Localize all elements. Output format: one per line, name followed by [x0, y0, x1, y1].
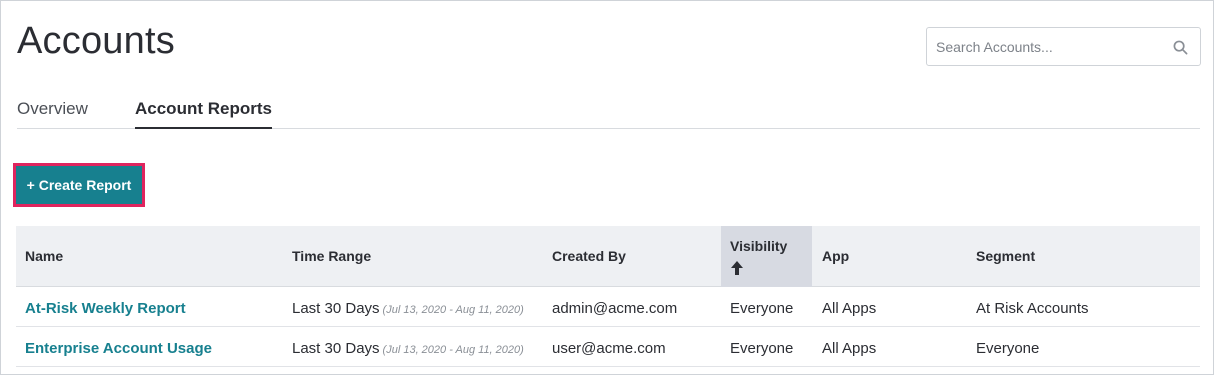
create-report-button[interactable]: + Create Report	[16, 166, 142, 204]
app-cell: All Apps	[822, 340, 877, 357]
visibility-cell: Everyone	[730, 300, 794, 317]
created-by-cell: user@acme.com	[552, 340, 666, 357]
segment-cell: Everyone	[976, 340, 1040, 357]
time-range-cell: Last 30 Days (Jul 13, 2020 - Aug 11, 2020…	[292, 300, 524, 317]
column-header-app[interactable]: App	[822, 226, 849, 287]
arrow-up-icon	[731, 261, 743, 275]
column-header-time-range[interactable]: Time Range	[292, 226, 371, 287]
date-range-label: (Jul 13, 2020 - Aug 11, 2020)	[382, 304, 524, 316]
page-title: Accounts	[17, 20, 175, 62]
column-header-visibility-label: Visibility	[730, 238, 788, 254]
created-by-cell: admin@acme.com	[552, 300, 678, 317]
segment-cell: At Risk Accounts	[976, 300, 1089, 317]
search-box[interactable]	[926, 27, 1201, 66]
column-header-created-by[interactable]: Created By	[552, 226, 626, 287]
app-cell: All Apps	[822, 300, 877, 317]
report-name-link[interactable]: At-Risk Weekly Report	[25, 300, 186, 317]
table-row[interactable]: Enterprise Account Usage Last 30 Days (Ju…	[16, 327, 1200, 367]
visibility-cell: Everyone	[730, 340, 794, 357]
column-header-name[interactable]: Name	[25, 226, 63, 287]
time-range-label: Last 30 Days	[292, 300, 380, 317]
tab-overview[interactable]: Overview	[17, 99, 88, 129]
search-input[interactable]	[936, 38, 1166, 56]
column-header-segment[interactable]: Segment	[976, 226, 1035, 287]
column-header-visibility[interactable]: Visibility	[721, 226, 812, 287]
tab-bar: Overview Account Reports	[17, 99, 1200, 129]
tab-account-reports[interactable]: Account Reports	[135, 99, 272, 129]
date-range-label: (Jul 13, 2020 - Aug 11, 2020)	[382, 344, 524, 356]
table-header: Name Time Range Created By Visibility Ap…	[16, 226, 1200, 287]
table-row[interactable]: At-Risk Weekly Report Last 30 Days (Jul 1…	[16, 287, 1200, 327]
search-icon[interactable]	[1173, 40, 1188, 55]
time-range-cell: Last 30 Days (Jul 13, 2020 - Aug 11, 2020…	[292, 340, 524, 357]
time-range-label: Last 30 Days	[292, 340, 380, 357]
create-report-highlight: + Create Report	[13, 163, 145, 207]
report-name-link[interactable]: Enterprise Account Usage	[25, 340, 212, 357]
reports-table: Name Time Range Created By Visibility Ap…	[16, 226, 1200, 367]
